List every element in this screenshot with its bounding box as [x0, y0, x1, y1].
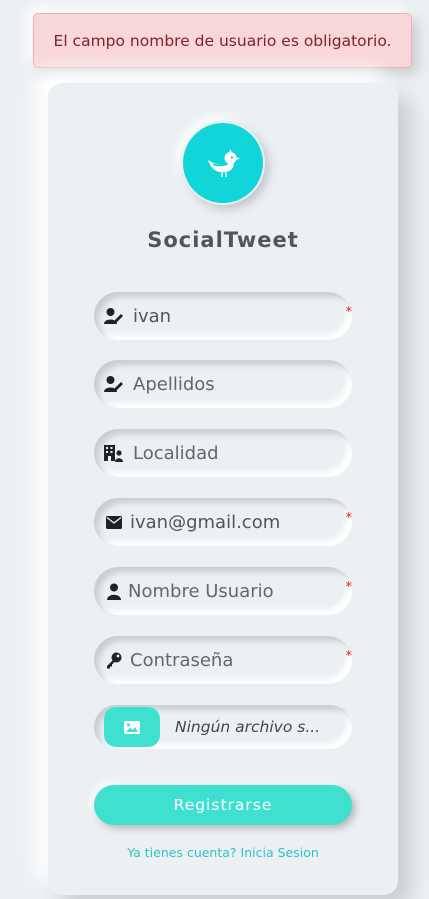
password-placeholder: Contraseña: [130, 649, 234, 671]
envelope-icon: [104, 512, 124, 532]
logo: [181, 121, 265, 205]
nombre-value: ivan: [133, 305, 172, 327]
file-name-label: Ningún archivo s...: [175, 718, 321, 736]
apellidos-placeholder: Apellidos: [133, 373, 215, 395]
register-card: SocialTweet ivan * Apellidos Localidad i…: [48, 83, 398, 895]
required-mark: *: [345, 511, 353, 526]
user-icon: [104, 581, 124, 601]
logo-circle: [183, 123, 263, 203]
building-user-icon: [104, 443, 124, 463]
password-field[interactable]: Contraseña *: [94, 636, 352, 684]
email-field[interactable]: ivan@gmail.com *: [94, 498, 352, 546]
image-upload-field[interactable]: Ningún archivo s...: [94, 705, 352, 749]
username-field[interactable]: Nombre Usuario *: [94, 567, 352, 615]
required-mark: *: [345, 305, 353, 320]
localidad-placeholder: Localidad: [133, 442, 219, 464]
key-icon: [104, 650, 124, 670]
brand-title: SocialTweet: [147, 228, 299, 252]
image-icon: [124, 720, 140, 734]
login-link[interactable]: Ya tienes cuenta? Inicia Sesion: [48, 845, 398, 860]
error-alert: El campo nombre de usuario es obligatori…: [33, 13, 412, 68]
user-pen-icon: [104, 306, 124, 326]
required-mark: *: [345, 580, 353, 595]
nombre-field[interactable]: ivan *: [94, 292, 352, 340]
email-value: ivan@gmail.com: [130, 511, 281, 533]
localidad-field[interactable]: Localidad: [94, 429, 352, 477]
choose-file-button[interactable]: [104, 707, 160, 747]
username-placeholder: Nombre Usuario: [128, 580, 274, 602]
required-mark: *: [345, 649, 353, 664]
error-alert-message: El campo nombre de usuario es obligatori…: [53, 31, 392, 50]
bird-icon: [208, 149, 240, 177]
register-button[interactable]: Registrarse: [94, 785, 352, 825]
apellidos-field[interactable]: Apellidos: [94, 360, 352, 408]
user-pen-icon: [104, 374, 124, 394]
